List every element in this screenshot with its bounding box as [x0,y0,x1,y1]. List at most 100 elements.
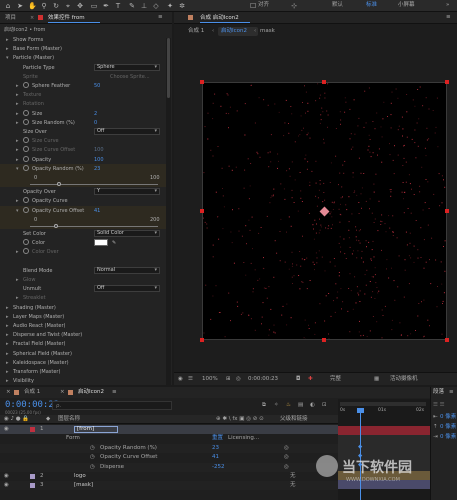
parent-dropdown[interactable]: 无 [290,473,296,480]
slider-knob[interactable] [54,223,59,228]
link-icon[interactable]: ◎ [284,464,289,471]
pan-behind-icon[interactable]: ✥ [76,2,84,10]
hand-tool-icon[interactable]: ✋ [28,2,37,10]
bbox-handle[interactable] [445,338,449,342]
chevron-right-icon[interactable]: ▸ [6,46,9,52]
layer-bar-from[interactable] [338,426,430,435]
chevron-right-icon[interactable]: ▸ [16,138,19,144]
comp-panel-title[interactable]: 合成 启动Icon2 [200,15,239,22]
chevron-right-icon[interactable]: ▸ [16,277,19,283]
roto-brush-icon[interactable]: ✦ [166,2,174,10]
always-preview-icon[interactable]: ◉ [178,376,183,383]
chevron-right-icon[interactable]: ▸ [6,369,9,375]
property-value[interactable]: 重置 [212,436,223,442]
link-icon[interactable]: ◎ [284,445,289,452]
av-features-icon[interactable]: ◉ ♪ ● 🔒 [4,416,29,423]
rectangle-tool-icon[interactable]: ▭ [90,2,98,10]
stopwatch-icon[interactable] [23,248,29,255]
scrollbar-thumb[interactable] [167,38,170,98]
timeline-layer-row[interactable]: ◉ 1 [from] [0,425,338,434]
breadcrumb-comp1[interactable]: 合成 1 [188,28,204,35]
resolution-dropdown[interactable]: 完整 [330,376,341,383]
zoom-dropdown[interactable]: 100% [202,376,218,383]
effect-value[interactable]: 50 [94,83,100,89]
chevron-right-icon[interactable]: ▸ [6,37,9,43]
chevron-right-icon[interactable]: ▸ [16,83,19,89]
pen-tool-icon[interactable]: ✒ [102,2,110,10]
chevron-right-icon[interactable]: ▸ [16,101,19,107]
panel-menu-icon[interactable]: ≡ [446,14,451,21]
layer-name[interactable]: logo [74,473,86,480]
timeline-property-row[interactable]: Form 重置 Licensing... [0,434,338,444]
property-name[interactable]: Opacity Curve Offset [100,455,157,461]
slider-track[interactable] [30,184,158,185]
chevron-right-icon[interactable]: ▸ [16,147,19,153]
paragraph-title[interactable]: 段落 [433,389,444,396]
show-channel-icon[interactable]: ✚ [308,376,313,383]
effect-value[interactable]: 41 [94,208,100,214]
time-ruler[interactable]: 0s 01s 02s [338,408,430,417]
parent-dropdown[interactable]: Licensing... [228,436,259,442]
panel-menu-icon[interactable]: ≡ [112,389,117,396]
indent-left-icon[interactable]: ⇤ [433,414,438,421]
timeline-tab-icon2[interactable]: 启动Icon2 [78,389,104,396]
breadcrumb-mask[interactable]: mask [260,28,275,35]
comp-flowchart-icon[interactable]: ⧉ [262,402,266,409]
chevron-down-icon[interactable]: ▾ [16,166,19,172]
chevron-right-icon[interactable]: ▸ [16,157,19,163]
timeline-tab-comp1[interactable]: 合成 1 [24,389,40,396]
visibility-eye-icon[interactable]: ◉ [4,473,9,480]
rotate-tool-icon[interactable]: ↻ [52,2,60,10]
slider-track[interactable] [30,225,158,227]
chevron-right-icon[interactable]: ▸ [16,92,19,98]
effect-value[interactable]: 23 [94,166,100,172]
effect-value[interactable]: 0 [94,120,97,126]
chevron-right-icon[interactable]: ▸ [6,305,9,311]
chevron-right-icon[interactable]: ▸ [6,360,9,366]
timeline-property-row[interactable]: ◷ Opacity Curve Offset 41 ◎ [0,453,338,463]
selection-tool-icon[interactable]: ➤ [16,2,24,10]
effect-value[interactable]: 100 [94,147,104,153]
property-name[interactable]: Form [66,436,80,442]
effect-dropdown[interactable]: Normal [94,266,160,274]
stopwatch-icon[interactable] [23,137,29,144]
property-value[interactable]: -252 [212,464,224,471]
first-line-indent-icon[interactable]: ⇥ [433,434,438,441]
effects-scrollbar[interactable] [166,38,171,397]
grid-icon[interactable]: ⊞ [226,376,231,383]
motion-blur-icon[interactable]: ◐ [310,402,315,409]
bbox-handle[interactable] [200,80,204,84]
effect-dropdown[interactable]: Sphere [94,63,160,71]
work-area-bar[interactable] [340,402,426,406]
effect-dropdown[interactable]: Y [94,188,160,196]
effect-value[interactable]: Choose Sprite... [110,74,150,80]
puppet-tool-icon[interactable]: ✲ [178,2,186,10]
effect-dropdown[interactable]: Off [94,285,160,293]
frame-blending-icon[interactable]: ▤ [298,402,303,409]
effect-dropdown[interactable]: Solid Color [94,230,160,237]
visibility-eye-icon[interactable]: ◉ [4,483,9,489]
panel-menu-icon[interactable]: ≡ [449,389,454,396]
camera-tool-icon[interactable]: ⌖ [64,2,72,10]
effect-value[interactable]: 2 [94,111,97,117]
space-before-icon[interactable]: ⇡ [433,424,438,431]
bbox-handle[interactable] [445,209,449,213]
stopwatch-icon[interactable] [23,118,29,125]
tab-effect-controls[interactable]: 效果控件 from [48,15,85,22]
stopwatch-icon[interactable] [23,239,29,246]
first-line-indent-value[interactable]: 0 像素 [440,434,456,441]
breadcrumb-active[interactable]: 启动Icon2 [221,28,247,35]
workspace-small-screen[interactable]: 小屏幕 [398,2,415,9]
color-swatch[interactable] [94,239,108,247]
workspace-default[interactable]: 默认 [332,2,343,9]
layer-name[interactable]: [from] [74,426,118,433]
snapshot-icon[interactable]: ◘ [296,376,300,383]
workspace-standard[interactable]: 标准 [366,2,377,9]
property-value[interactable]: 23 [212,445,219,452]
stopwatch-icon[interactable] [23,206,29,213]
chevron-down-icon[interactable]: ▾ [16,208,19,214]
camera-dropdown[interactable]: 活动摄像机 [390,376,418,383]
bbox-handle[interactable] [322,80,326,84]
stopwatch-icon[interactable] [23,146,29,153]
chevron-right-icon[interactable]: ▸ [6,378,9,384]
